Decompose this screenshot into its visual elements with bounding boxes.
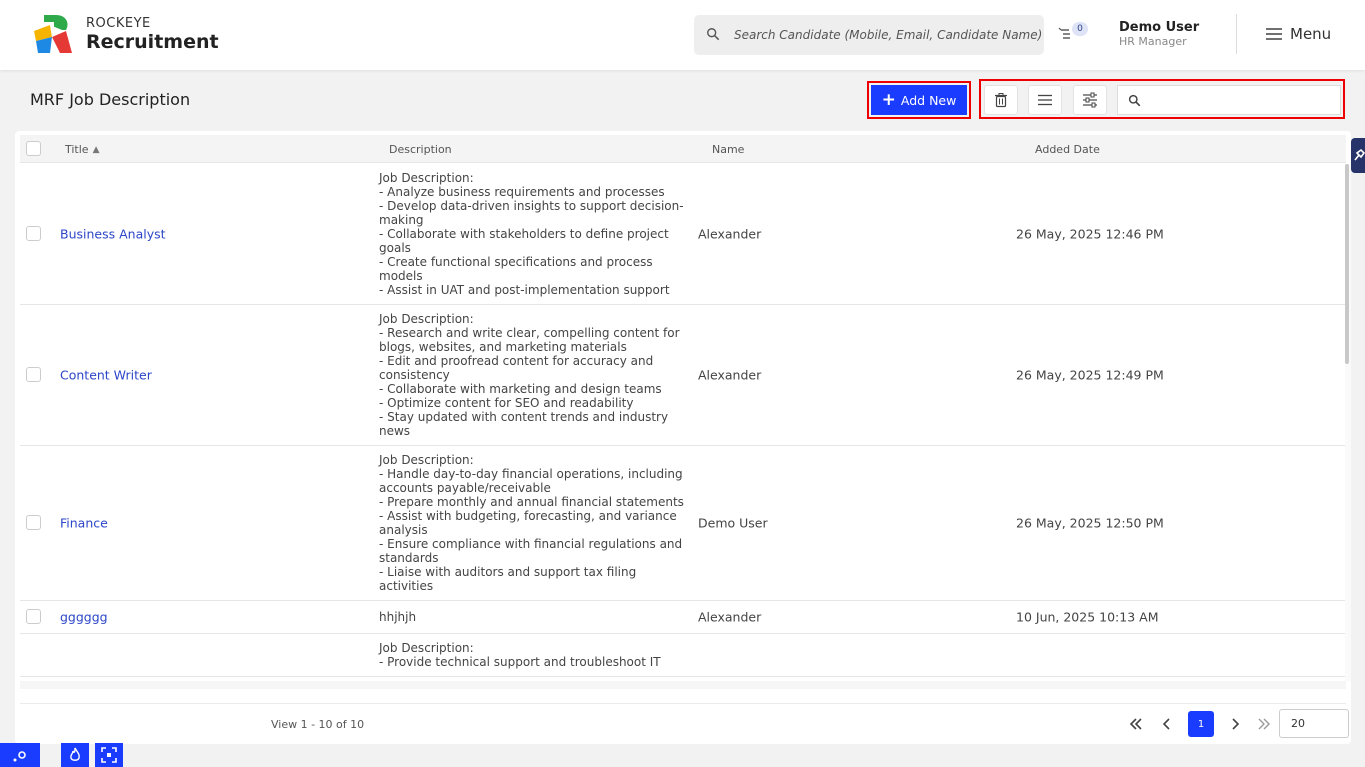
scrollbar-thumb[interactable] bbox=[1345, 164, 1349, 364]
column-title-label: Title bbox=[65, 143, 89, 156]
table-search-icon bbox=[1128, 94, 1141, 107]
top-bar: ROCKEYE Recruitment Search Candidate (Mo… bbox=[0, 0, 1365, 70]
table-header: Title ▲ Description Name Added Date bbox=[20, 135, 1346, 163]
table-row[interactable]: Content Writer Job Description: - Resear… bbox=[20, 305, 1346, 446]
brand-name-small: ROCKEYE bbox=[86, 16, 151, 31]
row-added-date: 10 Jun, 2025 10:13 AM bbox=[1016, 609, 1159, 625]
row-name: Demo User bbox=[698, 515, 768, 531]
header-divider bbox=[1236, 14, 1237, 54]
job-description-table: Title ▲ Description Name Added Date Busin… bbox=[15, 131, 1351, 744]
notification-button[interactable]: 0 bbox=[1058, 22, 1090, 46]
row-description: Job Description: - Research and write cl… bbox=[379, 312, 680, 438]
table-row[interactable]: Job Description: - Provide technical sup… bbox=[20, 634, 1346, 677]
select-all-checkbox[interactable] bbox=[26, 141, 41, 156]
fullscreen-icon bbox=[101, 747, 117, 763]
menu-label: Menu bbox=[1290, 25, 1332, 43]
row-added-date: 26 May, 2025 12:46 PM bbox=[1016, 226, 1164, 242]
next-page-icon bbox=[1232, 718, 1240, 730]
filter-button[interactable] bbox=[1073, 85, 1107, 115]
add-new-button[interactable]: + Add New bbox=[871, 85, 967, 115]
page-title: MRF Job Description bbox=[30, 90, 191, 109]
row-checkbox[interactable] bbox=[26, 515, 41, 530]
row-name: Alexander bbox=[698, 609, 762, 625]
column-header-name[interactable]: Name bbox=[712, 143, 744, 156]
row-checkbox[interactable] bbox=[26, 367, 41, 382]
user-role: HR Manager bbox=[1119, 35, 1187, 48]
row-title-link[interactable]: Content Writer bbox=[60, 368, 152, 383]
side-panel-tab[interactable] bbox=[1351, 138, 1365, 173]
row-title-link[interactable]: Business Analyst bbox=[60, 227, 166, 242]
row-description: hhjhjh bbox=[379, 610, 417, 624]
row-name: Alexander bbox=[698, 367, 762, 383]
row-description: Job Description: - Analyze business requ… bbox=[379, 171, 684, 297]
horizontal-scrollbar[interactable] bbox=[20, 681, 1346, 689]
plus-icon: + bbox=[881, 89, 896, 110]
notification-badge: 0 bbox=[1072, 22, 1088, 36]
global-candidate-search[interactable]: Search Candidate (Mobile, Email, Candida… bbox=[694, 15, 1044, 55]
table-search[interactable] bbox=[1117, 85, 1341, 115]
rockeye-logo bbox=[34, 15, 72, 53]
trash-icon bbox=[995, 93, 1007, 108]
delete-button[interactable] bbox=[984, 85, 1018, 115]
first-page-icon bbox=[1129, 718, 1142, 730]
row-description: Job Description: - Handle day-to-day fin… bbox=[379, 453, 684, 593]
filter-sliders-icon bbox=[1083, 92, 1097, 108]
next-page-button[interactable] bbox=[1222, 711, 1248, 737]
search-icon bbox=[707, 28, 720, 41]
row-added-date: 26 May, 2025 12:50 PM bbox=[1016, 515, 1164, 531]
sort-asc-icon[interactable]: ▲ bbox=[93, 145, 100, 155]
settings-icon bbox=[13, 751, 26, 762]
fullscreen-widget[interactable] bbox=[95, 743, 123, 767]
column-header-description[interactable]: Description bbox=[389, 143, 452, 156]
table-body: Business Analyst Job Description: - Anal… bbox=[20, 164, 1346, 681]
last-page-icon bbox=[1258, 718, 1270, 730]
table-row[interactable]: Finance Job Description: - Handle day-to… bbox=[20, 446, 1346, 601]
hamburger-icon bbox=[1266, 28, 1282, 40]
settings-widget[interactable] bbox=[0, 743, 40, 767]
fire-widget[interactable] bbox=[61, 743, 89, 767]
column-header-added-date[interactable]: Added Date bbox=[1035, 143, 1100, 156]
add-new-label: Add New bbox=[900, 92, 957, 108]
columns-icon bbox=[1038, 94, 1052, 106]
row-description: Job Description: - Provide technical sup… bbox=[379, 641, 661, 669]
page-number-current[interactable]: 1 bbox=[1188, 711, 1214, 737]
last-page-button[interactable] bbox=[1251, 711, 1277, 737]
first-page-button[interactable] bbox=[1123, 711, 1149, 737]
search-placeholder: Search Candidate (Mobile, Email, Candida… bbox=[734, 28, 1043, 42]
row-checkbox[interactable] bbox=[26, 226, 41, 241]
row-title-link[interactable]: Finance bbox=[60, 516, 108, 531]
prev-page-icon bbox=[1162, 718, 1170, 730]
fire-icon bbox=[70, 747, 80, 761]
prev-page-button[interactable] bbox=[1154, 711, 1180, 737]
table-row[interactable]: gggggg hhjhjh Alexander 10 Jun, 2025 10:… bbox=[20, 601, 1346, 634]
row-name: Alexander bbox=[698, 226, 762, 242]
brand-name: Recruitment bbox=[86, 31, 219, 53]
record-count: View 1 - 10 of 10 bbox=[271, 718, 365, 731]
pager-divider bbox=[20, 703, 1346, 704]
table-row[interactable]: Business Analyst Job Description: - Anal… bbox=[20, 164, 1346, 305]
columns-button[interactable] bbox=[1028, 85, 1062, 115]
row-added-date: 26 May, 2025 12:49 PM bbox=[1016, 367, 1164, 383]
add-new-highlight: + Add New bbox=[867, 81, 971, 119]
page-size-input[interactable]: 20 bbox=[1279, 709, 1349, 738]
menu-button[interactable]: Menu bbox=[1266, 24, 1331, 44]
table-search-input[interactable] bbox=[1148, 90, 1334, 110]
user-name[interactable]: Demo User bbox=[1119, 20, 1199, 35]
side-pin-icon bbox=[1354, 148, 1365, 161]
vertical-scrollbar[interactable] bbox=[1345, 164, 1351, 681]
row-checkbox[interactable] bbox=[26, 609, 41, 624]
row-title-link[interactable]: gggggg bbox=[60, 610, 108, 625]
column-header-title[interactable]: Title ▲ bbox=[65, 143, 100, 156]
table-toolbar-highlight bbox=[979, 79, 1345, 119]
